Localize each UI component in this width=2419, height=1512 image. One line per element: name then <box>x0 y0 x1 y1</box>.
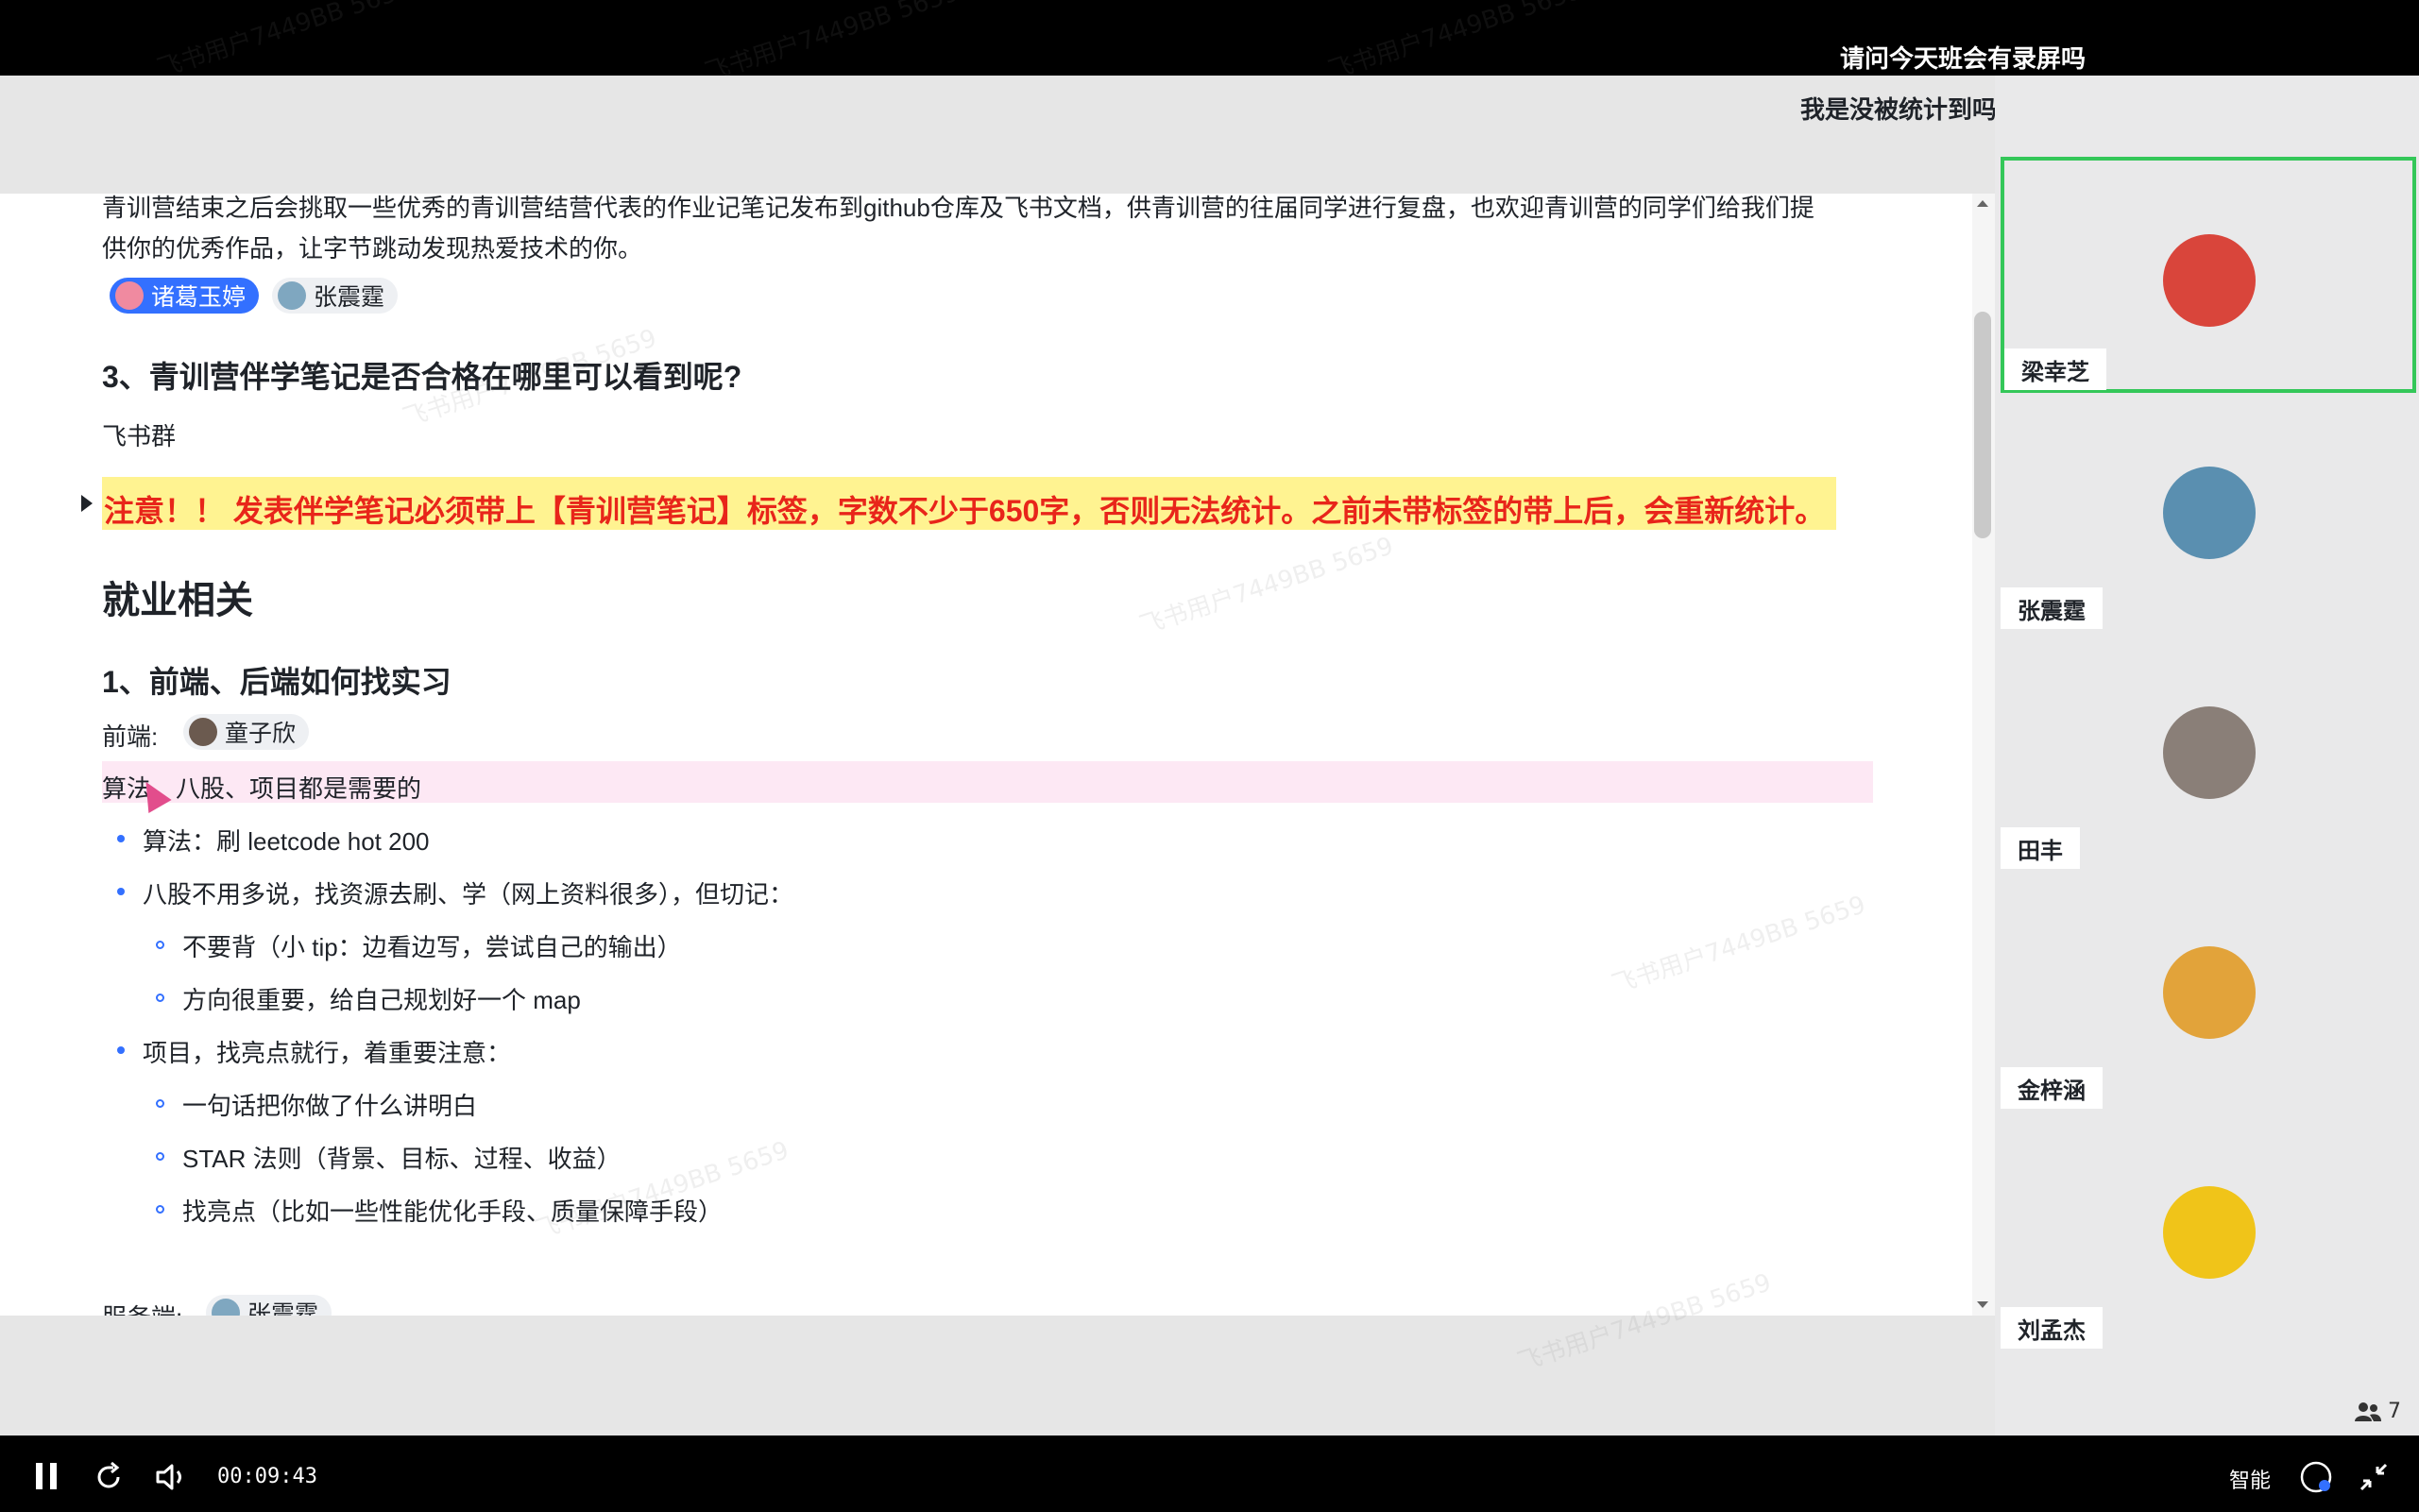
sub-bullet-ring-icon <box>156 1099 164 1108</box>
avatar <box>2163 234 2256 327</box>
mention-chip-backend[interactable]: 张震霆 <box>206 1295 332 1316</box>
sub-bullet-item: 一句话把你做了什么讲明白 <box>182 1092 478 1120</box>
avatar <box>2163 1186 2256 1279</box>
chat-message-1: 请问今天班会有录屏吗 <box>1840 45 2087 74</box>
participant-tile[interactable]: 张震霆 <box>2001 397 2416 633</box>
avatar <box>278 281 306 310</box>
participant-count[interactable]: 7 <box>2354 1400 2401 1423</box>
sub-bullet-item: 方向很重要，给自己规划好一个 map <box>182 986 581 1014</box>
replay-button[interactable] <box>93 1461 125 1493</box>
backend-label: 服务端: <box>102 1299 182 1316</box>
volume-button[interactable] <box>155 1462 191 1492</box>
sub-bullet-item: 不要背（小 tip：边看边写，尝试自己的输出） <box>182 933 682 961</box>
mention-label: 诸葛玉婷 <box>151 283 247 311</box>
bullet-item: 项目，找亮点就行，着重要注意： <box>143 1039 512 1067</box>
participant-name: 金梓涵 <box>2001 1067 2103 1109</box>
bullet-item: 算法：刷 leetcode hot 200 <box>143 827 430 856</box>
playback-time: 00:09:43 <box>217 1465 317 1488</box>
bullet-item: 八股不用多说，找资源去刷、学（网上资料很多），但切记： <box>143 880 794 909</box>
participant-name: 张震霆 <box>2001 587 2103 629</box>
mention-label: 张震霆 <box>314 283 385 311</box>
mention-label: 童子欣 <box>225 720 297 747</box>
participant-tile[interactable]: 金梓涵 <box>2001 876 2416 1113</box>
avatar <box>189 718 217 746</box>
frontend-label: 前端: <box>102 722 159 751</box>
avatar <box>115 281 144 310</box>
pause-icon <box>36 1463 43 1489</box>
scrollbar-thumb[interactable] <box>1974 312 1991 538</box>
people-icon <box>2355 1402 2381 1421</box>
mention-chip-zhuge[interactable]: 诸葛玉婷 <box>110 278 260 314</box>
participant-name: 刘孟杰 <box>2001 1307 2103 1349</box>
bullet-dot-icon <box>117 835 125 842</box>
collapse-triangle-icon[interactable] <box>81 495 93 512</box>
mention-label: 张震霆 <box>247 1300 319 1316</box>
scroll-up-arrow-icon[interactable] <box>1977 200 1988 207</box>
mention-chip-zhang[interactable]: 张震霆 <box>272 278 399 314</box>
sub-bullet-item: STAR 法则（背景、目标、过程、收益） <box>182 1145 622 1173</box>
participant-tile[interactable]: 梁幸芝 <box>2001 157 2416 393</box>
participant-count-value: 7 <box>2388 1400 2401 1423</box>
warning-text: 注意！！ 发表伴学笔记必须带上【青训营笔记】标签，字数不少于650字，否则无法统… <box>104 494 1826 528</box>
smart-label[interactable]: 智能 <box>2229 1464 2271 1494</box>
participant-tile[interactable]: 刘孟杰 <box>2001 1116 2416 1352</box>
intro-text-line1: 青训营结束之后会挑取一些优秀的青训营结营代表的作业记笔记发布到github仓库及… <box>102 194 1814 222</box>
avatar <box>2163 706 2256 799</box>
mention-chip-tong[interactable]: 童子欣 <box>183 714 310 750</box>
section-heading-employment: 就业相关 <box>102 580 253 621</box>
sub-bullet-ring-icon <box>156 941 164 949</box>
avatar <box>212 1299 240 1316</box>
participant-tile[interactable]: 田丰 <box>2001 637 2416 873</box>
doc-footer-area <box>0 1316 1995 1436</box>
bullet-dot-icon <box>117 888 125 895</box>
question-3-answer: 飞书群 <box>102 422 177 450</box>
sub-bullet-ring-icon <box>156 1205 164 1214</box>
backend-row-clip: 服务端: 张震霆 <box>0 1289 1972 1316</box>
subsection-heading-internship: 1、前端、后端如何找实习 <box>102 665 451 699</box>
pause-icon <box>50 1463 57 1489</box>
subtitle-toggle-icon[interactable] <box>2299 1460 2333 1494</box>
avatar <box>2163 467 2256 559</box>
doc-header-area <box>0 76 1995 194</box>
participant-name: 田丰 <box>2001 827 2080 869</box>
playback-controls <box>0 1436 2419 1512</box>
sub-bullet-ring-icon <box>156 1152 164 1161</box>
scroll-down-arrow-icon[interactable] <box>1977 1301 1988 1308</box>
sub-bullet-ring-icon <box>156 994 164 1002</box>
avatar <box>2163 946 2256 1039</box>
sub-bullet-item: 找亮点（比如一些性能优化手段、质量保障手段） <box>182 1198 724 1226</box>
bullet-dot-icon <box>117 1046 125 1054</box>
exit-fullscreen-icon[interactable] <box>2358 1461 2390 1493</box>
intro-text-line2: 供你的优秀作品，让字节跳动发现热爱技术的你。 <box>102 234 643 263</box>
participant-name: 梁幸芝 <box>2004 348 2106 390</box>
chat-message-2-text: 我是没被统计到吗？ <box>1800 95 2022 124</box>
pause-button[interactable] <box>36 1463 57 1489</box>
question-3-heading: 3、青训营伴学笔记是否合格在哪里可以看到呢? <box>102 360 742 394</box>
